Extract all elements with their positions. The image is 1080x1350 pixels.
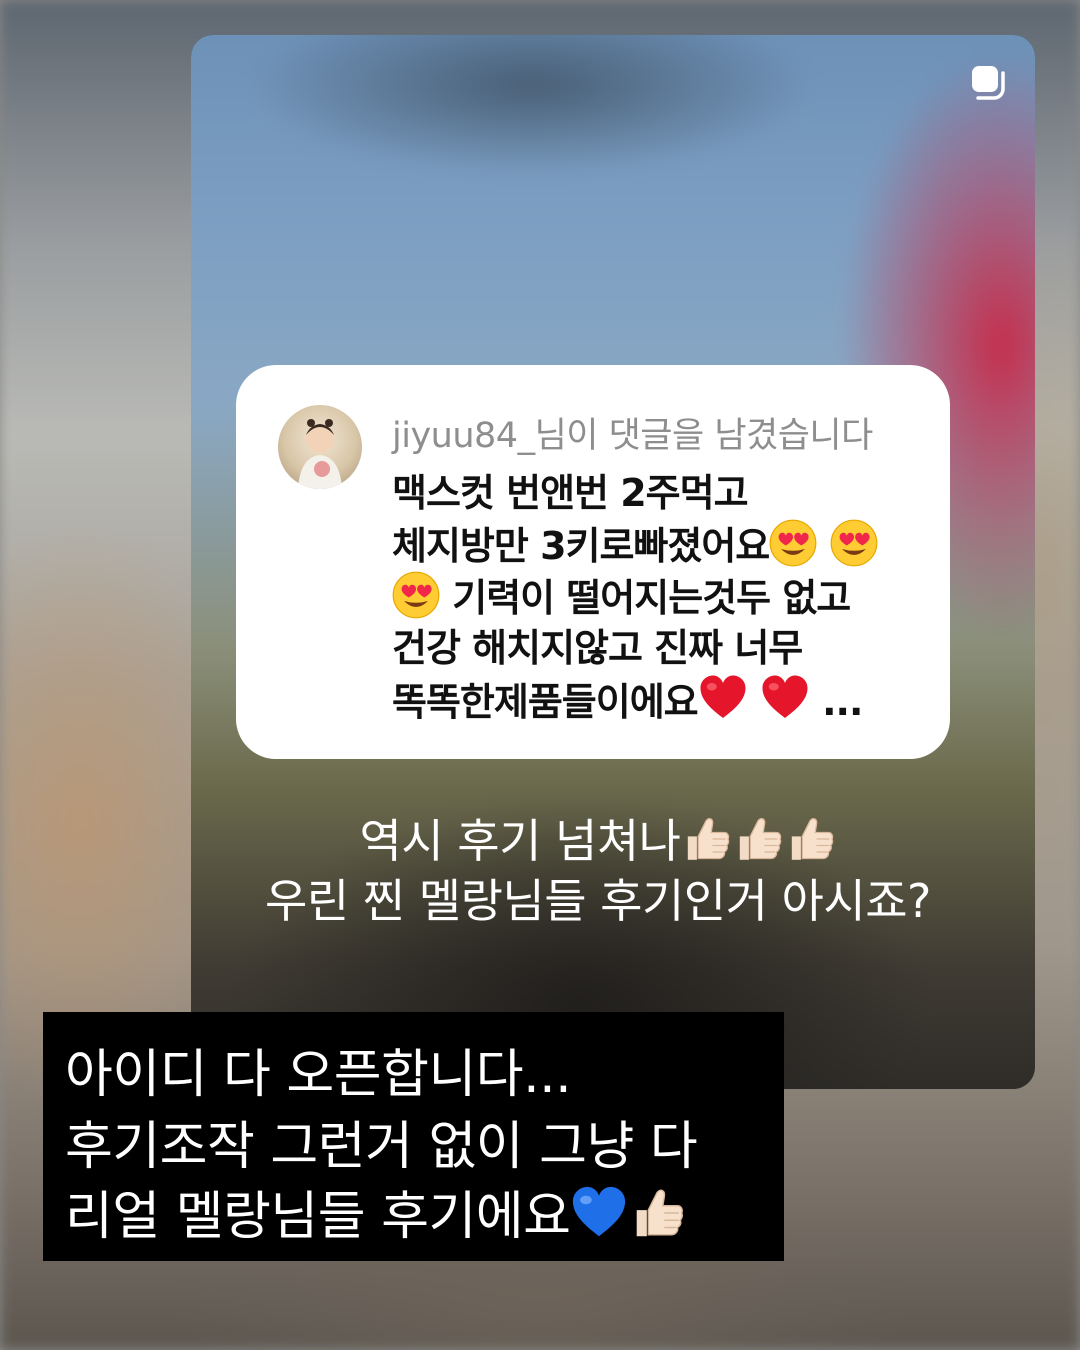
avatar xyxy=(278,405,362,489)
comment-ellipsis: ... xyxy=(822,680,863,724)
blue-heart-emoji xyxy=(570,1184,628,1242)
caption-line-1: 역시 후기 넘쳐나 xyxy=(191,805,1020,871)
overlay-line-3-text: 리얼 멜랑님들 후기에요 xyxy=(65,1187,571,1247)
comment-line-2-text: 체지방만 3키로빠졌어요 xyxy=(392,523,770,568)
heart-eyes-emoji xyxy=(830,519,878,567)
comment-text: 맥스컷 번앤번 2주먹고 체지방만 3키로빠졌어요 기력이 떨어지는것두 없고 … xyxy=(392,469,932,728)
thumbs-up-emoji xyxy=(784,813,836,865)
heart-eyes-emoji xyxy=(392,571,440,619)
comment-line-5: 똑똑한제품들이에요 ... xyxy=(392,673,932,728)
comment-line-3-text: 기력이 떨어지는것두 없고 xyxy=(452,576,851,620)
thumbs-up-emoji xyxy=(628,1184,686,1242)
question-sticker[interactable]: jiyuu84_님이 댓글을 남겼습니다 맥스컷 번앤번 2주먹고 체지방만 3… xyxy=(236,365,950,759)
story-frame: jiyuu84_님이 댓글을 남겼습니다 맥스컷 번앤번 2주먹고 체지방만 3… xyxy=(191,35,1035,1089)
red-heart-emoji xyxy=(698,673,748,723)
comment-line-2: 체지방만 3키로빠졌어요 xyxy=(392,519,932,572)
comment-line-4: 건강 해치지않고 진짜 너무 xyxy=(392,625,803,670)
comment-author-line: jiyuu84_님이 댓글을 남겼습니다 xyxy=(392,416,873,456)
caption-line-1-text: 역시 후기 넘쳐나 xyxy=(359,814,681,868)
thumbs-up-emoji xyxy=(732,813,784,865)
red-heart-emoji xyxy=(760,673,810,723)
multiple-images-icon[interactable] xyxy=(969,63,1009,103)
heart-eyes-emoji xyxy=(769,519,817,567)
overlay-text-box: 아이디 다 오픈합니다... 후기조작 그런거 없이 그냥 다 리얼 멜랑님들 … xyxy=(43,1012,784,1261)
comment-line-3: 기력이 떨어지는것두 없고 xyxy=(392,571,932,624)
thumbs-up-emoji xyxy=(680,813,732,865)
comment-line-5-text: 똑똑한제품들이에요 xyxy=(392,680,699,724)
overlay-line-1: 아이디 다 오픈합니다... xyxy=(65,1045,572,1105)
overlay-line-2: 후기조작 그런거 없이 그냥 다 xyxy=(65,1117,698,1177)
overlay-line-3: 리얼 멜랑님들 후기에요 xyxy=(65,1174,686,1249)
comment-line-1: 맥스컷 번앤번 2주먹고 xyxy=(392,471,749,515)
caption-line-2: 우린 찐 멜랑님들 후기인거 아시죠? xyxy=(265,874,931,928)
